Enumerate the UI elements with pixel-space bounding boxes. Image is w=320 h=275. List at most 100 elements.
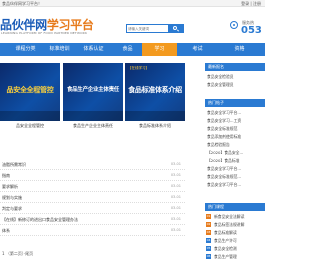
sidebar-item[interactable]: 食品安全检验员 <box>205 73 265 80</box>
sidebar-item-label: 食品安全学习…工资 <box>207 118 242 123</box>
list-item-date: 03-01 <box>170 184 181 188</box>
list-item[interactable]: 【在线】新修订的进出口食品安全管理办法 03-01 <box>0 215 185 225</box>
list-item[interactable]: 规划与实施 03-01 <box>0 193 185 203</box>
sidebar-ranked-item[interactable]: 04 食品生产许可 <box>205 237 265 244</box>
course-card-title: 食品标准体系介绍 <box>128 86 182 94</box>
sidebar-section-title: 最新报名 <box>208 64 224 69</box>
course-card[interactable]: 食品生产企业主体责任 食品生产企业主体责任 <box>63 63 123 137</box>
course-card-stripe <box>0 111 60 121</box>
sidebar-section-title: 热门帖子 <box>208 100 224 105</box>
course-card-title: 食品生产企业主体责任 <box>66 87 119 93</box>
search-icon <box>173 26 177 30</box>
sidebar-ranked-item[interactable]: 06 食品生产管理 <box>205 253 265 260</box>
sidebar-item-label: 食品生产许可 <box>214 238 237 243</box>
sidebar-item[interactable]: 食品添加剂使用标准 <box>205 133 265 140</box>
article-list: 油脂所需常识 03-01 指南 03-01 要求解析 03-01 规划与实施 0… <box>0 160 185 240</box>
rank-badge: 02 <box>206 222 211 227</box>
site-logo[interactable]: 品伙伴网学习平台 LEARNING PLATFORM OF FOOD PARTN… <box>0 14 96 38</box>
sidebar-item-label: 食品安全标准规范 <box>207 126 238 131</box>
nav-item-qualification[interactable]: 资格 <box>222 43 257 56</box>
course-card[interactable]: 【在线学习】 食品标准体系介绍 食品标准体系介绍 <box>125 63 185 137</box>
nav-item-standards[interactable]: 标准培训 <box>42 43 77 56</box>
sidebar-item-label: 【2020】食品标准 <box>207 158 240 163</box>
list-item-title: 规划与实施 <box>2 195 22 200</box>
sidebar-item[interactable]: 食品安全学习平台… <box>205 165 265 172</box>
rank-badge: 01 <box>206 214 211 219</box>
rank-badge: 06 <box>206 254 211 259</box>
sidebar-item[interactable]: 食品安全管理员 <box>205 81 265 88</box>
sidebar-item[interactable]: 食品安全标准规范… <box>205 173 265 180</box>
hotline: 服务热 053 <box>230 17 265 37</box>
search-input[interactable] <box>128 26 168 32</box>
course-banners: 品安全全程管控 品安全全程管控 食品生产企业主体责任 食品生产企业主体责任 【在… <box>0 63 185 137</box>
list-item-title: 油脂所需常识 <box>2 162 26 167</box>
sidebar-ranked-item[interactable]: 01 新食品安全法解读 <box>205 213 265 220</box>
list-item-date: 03-01 <box>170 217 181 221</box>
nav-item-food[interactable]: 食品 <box>110 43 145 56</box>
sidebar-item[interactable]: 【2020】食品标准 <box>205 157 265 164</box>
sidebar-item[interactable]: 【2020】食品安全… <box>205 149 265 156</box>
course-card-caption: 食品标准体系介绍 <box>139 123 171 128</box>
list-item-title: 【在线】新修订的进出口食品安全管理办法 <box>2 217 78 222</box>
sidebar-item-label: 食品安全学习平台… <box>207 166 242 171</box>
sidebar-item-label: 新食品安全法解读 <box>214 214 245 219</box>
rank-badge: 04 <box>206 238 211 243</box>
course-card-image: 品安全全程管控 <box>0 63 60 121</box>
sidebar-item-label: 食品生产管理 <box>214 254 237 259</box>
course-card-caption: 食品生产企业主体责任 <box>73 123 113 128</box>
course-card-stripe <box>63 111 123 121</box>
rank-badge: 03 <box>206 230 211 235</box>
phone-icon <box>230 21 238 29</box>
course-card-image: 【在线学习】 食品标准体系介绍 <box>125 63 185 121</box>
sidebar-item-label: 食品安全标准规范… <box>207 174 242 179</box>
list-item[interactable]: 油脂所需常识 03-01 <box>0 160 185 170</box>
nav-item-courses[interactable]: 课程分类 <box>8 43 43 56</box>
sidebar-item-label: 食品标准解读 <box>214 230 237 235</box>
sidebar-item-label: 食品安全检测 <box>214 246 237 251</box>
sidebar-item[interactable]: 食品安全标准规范 <box>205 125 265 132</box>
sidebar-item-label: 【2020】食品安全… <box>207 150 244 155</box>
search-button[interactable] <box>168 25 183 32</box>
sidebar-item-label: 食品添加剂使用标准 <box>207 134 242 139</box>
list-item[interactable]: 判定与要求 03-01 <box>0 204 185 214</box>
list-item-title: 要求解析 <box>2 184 18 189</box>
list-item-date: 03-01 <box>170 206 181 210</box>
list-item[interactable]: 指南 03-01 <box>0 171 185 181</box>
nav-item-study[interactable]: 学习 <box>142 43 177 56</box>
list-item[interactable]: 要求解析 03-01 <box>0 182 185 192</box>
pagination: 1 （第二页）·尾页 <box>0 250 185 258</box>
sidebar-ranked-item[interactable]: 05 食品安全检测 <box>205 245 265 252</box>
sidebar-section-header: 热门课程 <box>205 203 265 211</box>
course-card-caption: 品安全全程管控 <box>16 123 44 128</box>
sidebar-item-label: 食品检验报告 <box>207 142 230 147</box>
main-nav: 课程分类 标准培训 体系认证 食品 学习 考试 资格 <box>0 43 265 56</box>
pagination-text[interactable]: 1 （第二页）·尾页 <box>2 251 33 257</box>
logo-title-a: 品伙伴网 <box>0 18 47 32</box>
course-card[interactable]: 品安全全程管控 品安全全程管控 <box>0 63 60 137</box>
sidebar-item[interactable]: 食品安全学习平台… <box>205 181 265 188</box>
list-item-date: 03-01 <box>170 195 181 199</box>
list-item-title: 判定与要求 <box>2 206 22 211</box>
search-box <box>126 24 184 33</box>
sidebar: 最新报名 食品安全检验员 食品安全管理员 热门帖子 食品安全学习平台… 食品安全… <box>205 63 265 275</box>
sidebar-ranked-item[interactable]: 03 食品标准解读 <box>205 229 265 236</box>
list-item-date: 03-01 <box>170 228 181 232</box>
sidebar-ranked-item[interactable]: 02 食品标签法规讲解 <box>205 221 265 228</box>
sidebar-item[interactable]: 食品安全学习平台… <box>205 109 265 116</box>
sidebar-item[interactable]: 食品检验报告 <box>205 141 265 148</box>
list-item-date: 03-01 <box>170 173 181 177</box>
course-card-title: 品安全全程管控 <box>6 86 54 94</box>
logo-subtitle: LEARNING PLATFORM OF FOOD PARTNER NETWOR… <box>1 31 88 35</box>
rank-badge: 05 <box>206 246 211 251</box>
sidebar-item-label: 食品安全管理员 <box>207 82 234 87</box>
nav-item-exam[interactable]: 考试 <box>180 43 215 56</box>
list-item-title: 体系 <box>2 228 10 233</box>
course-card-tag: 【在线学习】 <box>128 66 149 70</box>
list-item[interactable]: 体系 03-01 <box>0 226 185 236</box>
course-card-image: 食品生产企业主体责任 <box>63 63 123 121</box>
course-card-stripe <box>125 111 185 121</box>
nav-item-certification[interactable]: 体系认证 <box>76 43 111 56</box>
sidebar-item-label: 食品安全学习平台… <box>207 110 242 115</box>
sidebar-item[interactable]: 食品安全学习…工资 <box>205 117 265 124</box>
header: 品伙伴网学习平台 LEARNING PLATFORM OF FOOD PARTN… <box>0 7 265 43</box>
